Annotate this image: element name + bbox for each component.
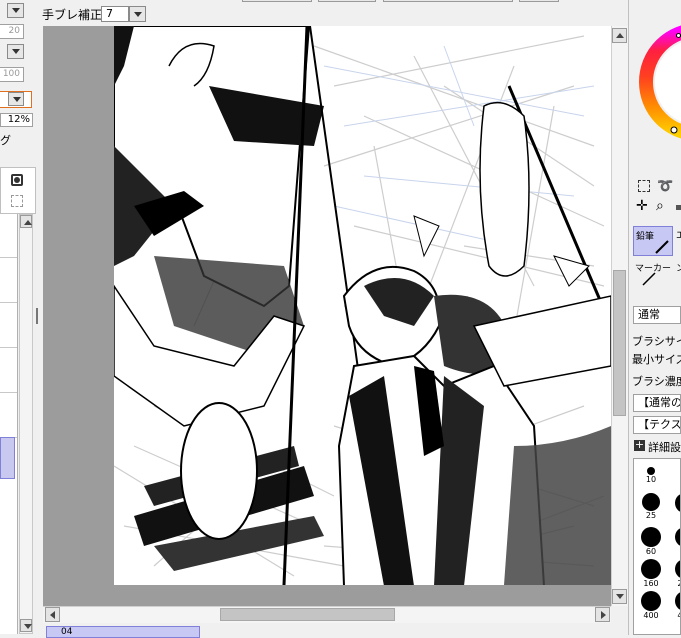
expand-plus-icon[interactable]: +: [634, 439, 645, 451]
brush-size-label: 25: [645, 511, 657, 520]
brush-dot: [642, 493, 660, 511]
layer-list-scrollbar[interactable]: [19, 214, 33, 634]
top-control-stub[interactable]: [383, 0, 513, 2]
tool-eraser[interactable]: エ: [674, 226, 681, 256]
layer-scroll-up-button[interactable]: [20, 215, 32, 228]
tool-pencil-label: 鉛筆: [636, 232, 655, 242]
brush-dot: [647, 467, 655, 475]
brush-shape-select[interactable]: 【通常の: [633, 394, 681, 412]
layer-scroll-down-button[interactable]: [20, 619, 32, 632]
document-tab-label: 04: [61, 627, 73, 637]
tool-other[interactable]: ン: [674, 259, 681, 289]
top-control-stub[interactable]: [242, 0, 312, 2]
move-icon[interactable]: ✛: [636, 198, 648, 214]
scroll-right-button[interactable]: [595, 607, 610, 622]
brush-size-label: 10: [645, 475, 657, 484]
marker-icon: [642, 272, 656, 286]
brush-size-grid: 10 12 25 30 60 70 160 200 400 450: [633, 458, 681, 635]
color-wheel-marker[interactable]: [676, 33, 681, 38]
brush-size-label: 60: [645, 547, 657, 556]
left-dropdown-2[interactable]: [7, 44, 24, 59]
brush-size-cell[interactable]: 200: [668, 559, 680, 595]
brush-size-label: 400: [643, 611, 659, 620]
brush-size-cell[interactable]: 70: [668, 527, 681, 563]
rotate-icon[interactable]: [676, 205, 681, 210]
brush-size-cell[interactable]: 400: [634, 591, 668, 627]
brush-size-label: 160: [643, 579, 659, 588]
brush-dot: [641, 527, 661, 547]
brush-size-cell[interactable]: 160: [634, 559, 668, 595]
brush-size-cell[interactable]: 60: [634, 527, 668, 563]
texture-select[interactable]: 【テクスチ: [633, 416, 681, 434]
document-tab[interactable]: 04: [46, 626, 200, 638]
brush-size-cell[interactable]: 12: [668, 461, 681, 497]
brush-dot: [641, 591, 661, 611]
rect-select-icon[interactable]: [638, 180, 650, 192]
advanced-settings-label: 詳細設: [648, 441, 681, 454]
layer-copy-icon[interactable]: [11, 195, 23, 207]
brush-size-label: 450: [668, 611, 680, 620]
left-field-value-2[interactable]: 100: [0, 67, 24, 82]
brush-size-label: ブラシサイ: [632, 335, 681, 348]
layer-row[interactable]: [0, 304, 17, 348]
tool-other-label: ン: [676, 264, 681, 274]
top-control-stub[interactable]: [519, 0, 559, 2]
stabilizer-dropdown-button[interactable]: [129, 6, 146, 22]
brush-dot: [675, 527, 680, 547]
blend-mode-select[interactable]: 通常: [633, 306, 681, 324]
stabilizer-label: 手ブレ補正: [42, 8, 103, 22]
horizontal-scroll-thumb[interactable]: [220, 608, 395, 621]
layer-row[interactable]: [0, 259, 17, 303]
brush-dot: [675, 559, 680, 579]
brush-size-label: 70: [668, 547, 681, 556]
layer-row[interactable]: [0, 214, 17, 258]
tool-pencil[interactable]: 鉛筆: [633, 226, 673, 256]
scroll-left-button[interactable]: [45, 607, 60, 622]
layer-row[interactable]: [0, 349, 17, 393]
brush-size-cell[interactable]: 25: [634, 493, 668, 529]
brush-size-cell[interactable]: 450: [668, 591, 680, 627]
brush-size-cell[interactable]: 30: [668, 493, 681, 529]
layer-list: [0, 214, 18, 634]
lasso-icon[interactable]: ➰: [657, 179, 673, 194]
tool-marker[interactable]: マーカー: [633, 259, 673, 289]
panel-splitter-handle[interactable]: [36, 308, 38, 324]
zoom-suffix-label: グ: [0, 134, 11, 147]
manga-drawing: [114, 26, 611, 585]
layer-row-selected[interactable]: [0, 437, 15, 479]
brush-size-label: 12: [668, 476, 681, 485]
brush-dot: [675, 591, 680, 611]
zoom-icon[interactable]: ⌕: [656, 198, 664, 214]
brush-size-label: 30: [668, 513, 681, 522]
brush-size-label: 200: [668, 579, 680, 588]
left-dropdown-1[interactable]: [7, 3, 24, 18]
density-label: ブラシ濃度: [632, 375, 681, 388]
stabilizer-value[interactable]: 7: [101, 6, 129, 22]
layer-controls-box: [0, 167, 36, 214]
pencil-icon: [655, 240, 669, 254]
brush-size-cell[interactable]: 10: [634, 461, 668, 497]
tool-eraser-label: エ: [676, 231, 681, 241]
scroll-up-button[interactable]: [612, 28, 627, 43]
zoom-value[interactable]: 12%: [0, 113, 33, 127]
layer-mask-icon[interactable]: [11, 174, 23, 186]
layer-row[interactable]: [0, 394, 17, 438]
brush-dot: [675, 493, 680, 513]
left-orange-dropdown[interactable]: [0, 91, 32, 108]
min-size-label: 最小サイズ: [632, 353, 681, 366]
left-field-value-1[interactable]: 20: [0, 24, 24, 39]
scroll-down-button[interactable]: [612, 589, 627, 604]
top-control-stub[interactable]: [318, 0, 376, 2]
vertical-scroll-thumb[interactable]: [613, 270, 626, 416]
color-wheel[interactable]: [638, 12, 681, 152]
brush-dot: [641, 559, 661, 579]
canvas-artwork[interactable]: [114, 26, 611, 585]
left-orange-dropdown-arrow[interactable]: [8, 92, 24, 106]
